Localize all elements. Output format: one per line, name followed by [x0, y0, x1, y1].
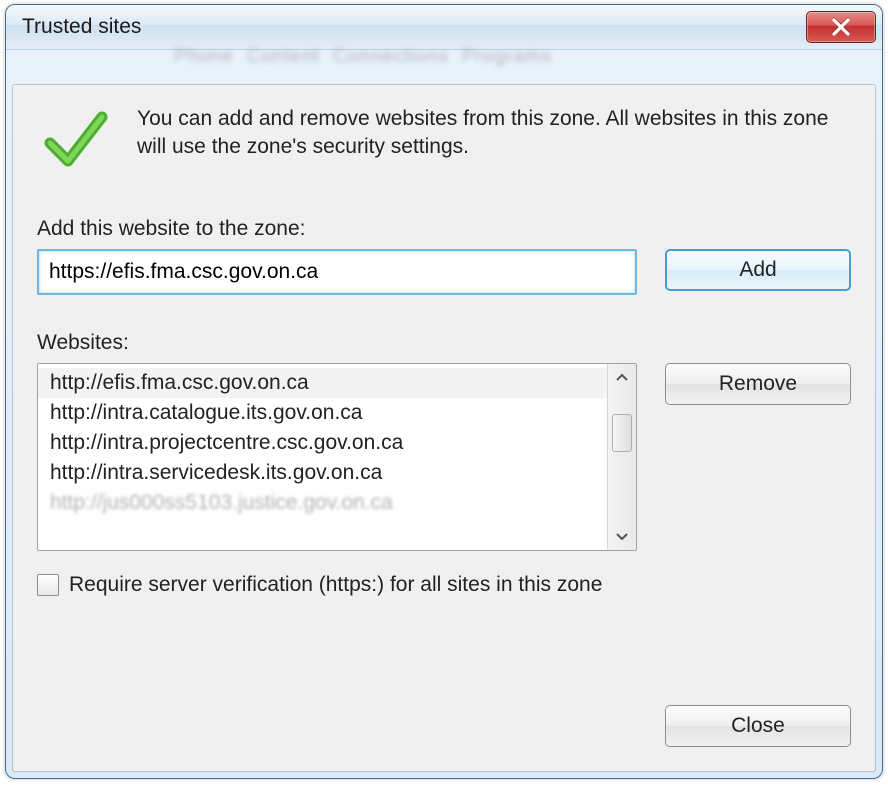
add-website-label: Add this website to the zone:: [37, 217, 851, 241]
chevron-down-icon: [616, 530, 628, 542]
add-button[interactable]: Add: [665, 249, 851, 291]
trusted-sites-dialog: Trusted sites Phone Content Connections …: [5, 4, 883, 779]
add-website-row: Add: [37, 249, 851, 295]
add-website-input[interactable]: [37, 249, 637, 295]
list-item[interactable]: http://jus000ss5103.justice.gov.on.ca: [38, 488, 608, 518]
dialog-footer: Close: [37, 665, 851, 747]
close-icon: [830, 16, 852, 38]
background-tabs-blurred: Phone Content Connections Programs: [14, 40, 552, 68]
scroll-thumb[interactable]: [612, 414, 632, 452]
list-item[interactable]: http://intra.catalogue.its.gov.on.ca: [38, 398, 608, 428]
require-https-row: Require server verification (https:) for…: [37, 573, 851, 597]
websites-listbox[interactable]: http://efis.fma.csc.gov.on.cahttp://intr…: [37, 363, 637, 551]
require-https-label: Require server verification (https:) for…: [69, 573, 602, 597]
scroll-up-button[interactable]: [608, 364, 636, 392]
list-item[interactable]: http://intra.projectcentre.csc.gov.on.ca: [38, 428, 608, 458]
window-title: Trusted sites: [22, 15, 141, 39]
list-scrollbar[interactable]: [607, 364, 636, 550]
intro-row: You can add and remove websites from thi…: [37, 105, 851, 177]
dialog-body: You can add and remove websites from thi…: [12, 84, 876, 772]
chevron-up-icon: [616, 372, 628, 384]
list-item[interactable]: http://efis.fma.csc.gov.on.ca: [38, 368, 608, 398]
websites-row: http://efis.fma.csc.gov.on.cahttp://intr…: [37, 363, 851, 551]
checkmark-icon: [37, 105, 115, 177]
scroll-down-button[interactable]: [608, 522, 636, 550]
close-button[interactable]: Close: [665, 705, 851, 747]
intro-text: You can add and remove websites from thi…: [137, 105, 851, 162]
require-https-checkbox[interactable]: [37, 574, 59, 596]
scroll-track[interactable]: [608, 392, 636, 522]
list-item[interactable]: http://intra.servicedesk.its.gov.on.ca: [38, 458, 608, 488]
remove-button[interactable]: Remove: [665, 363, 851, 405]
window-close-button[interactable]: [806, 11, 876, 43]
websites-label: Websites:: [37, 331, 851, 355]
